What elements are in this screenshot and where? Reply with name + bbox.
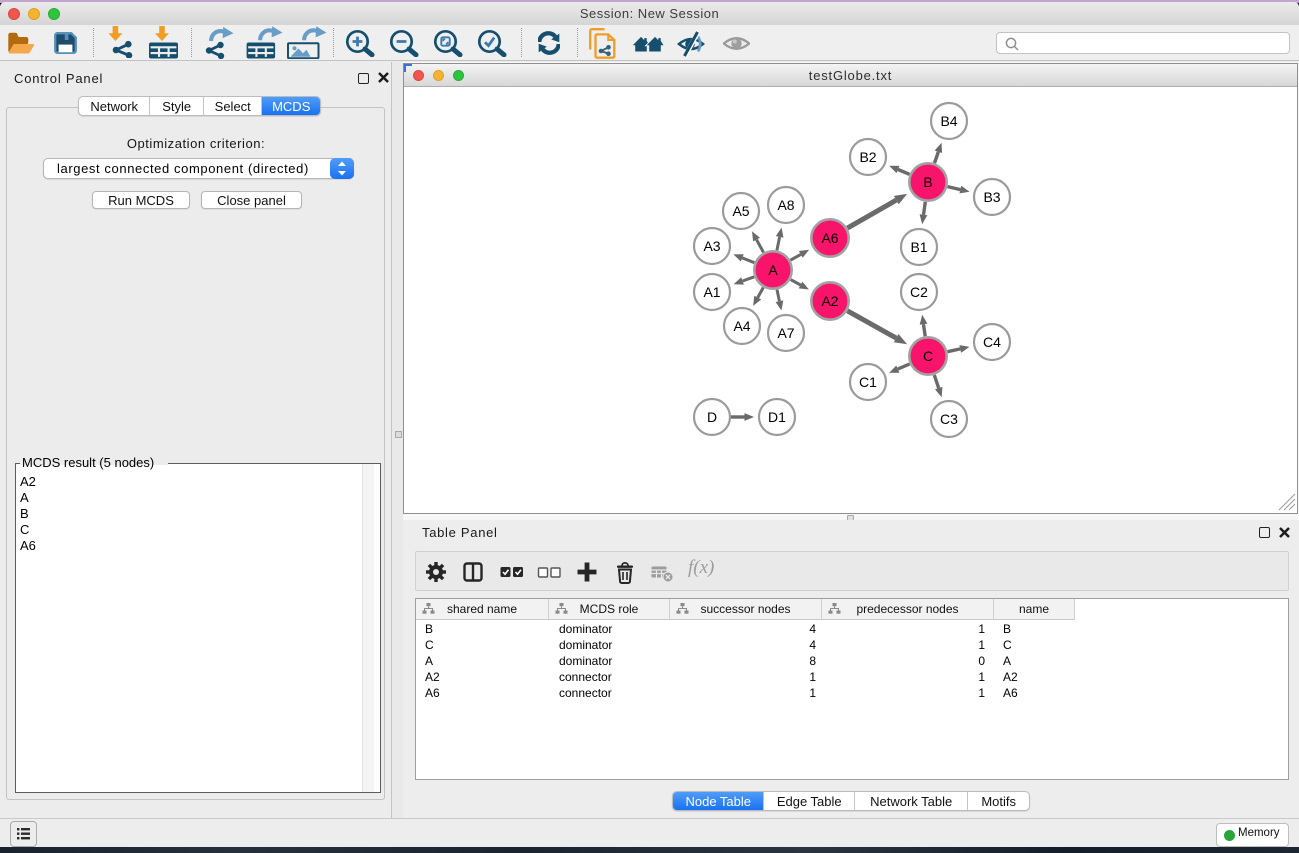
svg-text:B: B: [923, 174, 932, 190]
svg-text:B2: B2: [859, 149, 876, 165]
svg-text:C1: C1: [859, 374, 877, 390]
svg-text:A2: A2: [821, 293, 838, 309]
svg-text:A5: A5: [732, 203, 749, 219]
svg-text:B1: B1: [910, 239, 927, 255]
svg-text:D: D: [707, 409, 717, 425]
svg-text:A6: A6: [821, 230, 838, 246]
svg-text:D1: D1: [768, 409, 786, 425]
svg-text:C2: C2: [910, 284, 928, 300]
svg-text:C: C: [923, 348, 933, 364]
svg-text:C3: C3: [940, 411, 958, 427]
svg-text:A: A: [768, 262, 778, 278]
svg-text:C4: C4: [983, 334, 1001, 350]
svg-text:A4: A4: [733, 318, 750, 334]
svg-text:B3: B3: [983, 189, 1000, 205]
svg-text:A7: A7: [777, 325, 794, 341]
svg-text:B4: B4: [940, 113, 957, 129]
svg-text:A3: A3: [703, 238, 720, 254]
svg-text:A1: A1: [703, 284, 720, 300]
svg-text:A8: A8: [777, 197, 794, 213]
